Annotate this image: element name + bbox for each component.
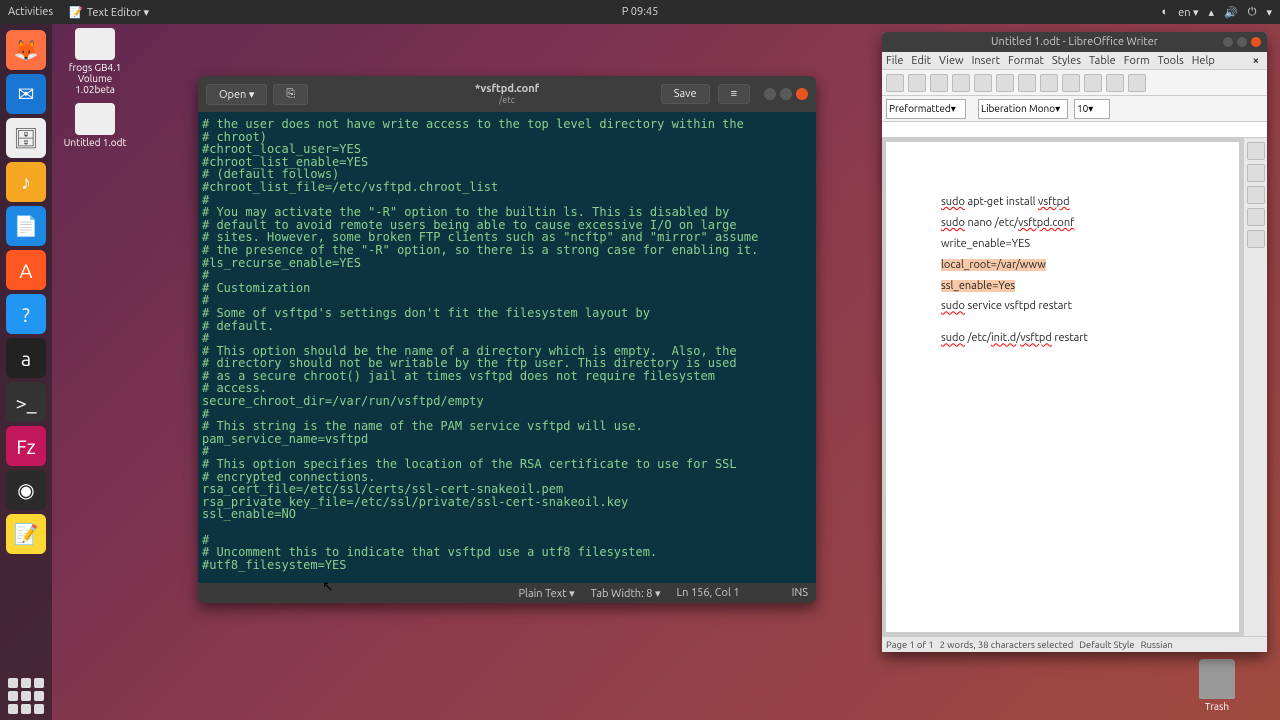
dock-thunderbird[interactable]: ✉ (6, 74, 46, 114)
clock[interactable]: P 09:45 (622, 6, 659, 18)
sidebar-properties-icon[interactable] (1247, 142, 1265, 160)
redo-icon[interactable] (1084, 74, 1102, 92)
dock-gedit[interactable]: 📝 (6, 514, 46, 554)
dock-firefox[interactable]: 🦊 (6, 30, 46, 70)
window-maximize[interactable] (780, 88, 792, 100)
desktop-icon-doc[interactable]: Untitled 1.odt (60, 103, 130, 148)
new-tab-button[interactable]: ⎘ (273, 84, 308, 105)
open-icon[interactable] (908, 74, 926, 92)
dock-filezilla[interactable]: Fz (6, 426, 46, 466)
spellcheck-icon[interactable] (1128, 74, 1146, 92)
dock-obs[interactable]: ◉ (6, 470, 46, 510)
document-close-icon[interactable]: × (1249, 55, 1263, 67)
lo-titlebar[interactable]: Untitled 1.odt - LibreOffice Writer (882, 32, 1267, 52)
dropdown-icon[interactable]: ▾ (1266, 6, 1272, 19)
status-tabwidth[interactable]: Tab Width: 8 ▾ (591, 587, 661, 600)
cut-icon[interactable] (996, 74, 1014, 92)
paragraph-style-select[interactable]: Preformatted ▾ (886, 99, 966, 119)
status-language[interactable]: Russian (1141, 639, 1173, 650)
dock-rhythmbox[interactable]: ♪ (6, 162, 46, 202)
gedit-subtitle: /etc (475, 95, 539, 105)
pdf-icon[interactable] (952, 74, 970, 92)
print-icon[interactable] (974, 74, 992, 92)
menu-insert[interactable]: Insert (972, 55, 1000, 67)
save-icon[interactable] (930, 74, 948, 92)
menu-format[interactable]: Format (1008, 55, 1044, 67)
new-icon[interactable] (886, 74, 904, 92)
lo-standard-toolbar (882, 70, 1267, 96)
menu-file[interactable]: File (886, 55, 903, 67)
desktop-icon-trash[interactable]: Trash (1182, 659, 1252, 712)
status-language[interactable]: Plain Text ▾ (518, 587, 574, 600)
desktop-icon-label: frogs GB4.1 Volume 1.02beta (60, 62, 130, 95)
menu-help[interactable]: Help (1192, 55, 1215, 67)
gedit-text-area[interactable]: # the user does not have write access to… (198, 112, 816, 583)
undo-icon[interactable] (1062, 74, 1080, 92)
desktop-icon-label: Untitled 1.odt (60, 137, 130, 148)
window-minimize[interactable] (1223, 37, 1233, 47)
lo-menubar: File Edit View Insert Format Styles Tabl… (882, 52, 1267, 70)
gedit-headerbar[interactable]: Open ▾ ⎘ *vsftpd.conf /etc Save ≡ (198, 76, 816, 112)
sidebar-page-icon[interactable] (1247, 230, 1265, 248)
sidebar-gallery-icon[interactable] (1247, 186, 1265, 204)
libreoffice-window: Untitled 1.odt - LibreOffice Writer File… (882, 32, 1267, 652)
menu-table[interactable]: Table (1089, 55, 1116, 67)
menu-styles[interactable]: Styles (1052, 55, 1081, 67)
open-button[interactable]: Open ▾ (206, 84, 267, 105)
dock-files[interactable]: 🗄 (6, 118, 46, 158)
status-position: Ln 156, Col 1 (677, 587, 740, 599)
copy-icon[interactable] (1018, 74, 1036, 92)
hamburger-menu[interactable]: ≡ (718, 84, 750, 104)
lo-format-toolbar: Preformatted ▾ Liberation Mono ▾ 10 ▾ (882, 96, 1267, 122)
gedit-window: Open ▾ ⎘ *vsftpd.conf /etc Save ≡ # the … (198, 76, 816, 603)
window-minimize[interactable] (764, 88, 776, 100)
window-maximize[interactable] (1237, 37, 1247, 47)
dock-help[interactable]: ? (6, 294, 46, 334)
menu-edit[interactable]: Edit (911, 55, 931, 67)
top-panel: Activities 📝 Text Editor ▾ P 09:45 ◐ en … (0, 0, 1280, 24)
app-menu[interactable]: 📝 Text Editor ▾ (69, 6, 149, 19)
lo-title-text: Untitled 1.odt - LibreOffice Writer (991, 36, 1158, 48)
paste-icon[interactable] (1040, 74, 1058, 92)
menu-form[interactable]: Form (1124, 55, 1150, 67)
status-icon[interactable]: ◐ (1161, 6, 1168, 18)
app-menu-icon: 📝 (69, 6, 83, 19)
status-page[interactable]: Page 1 of 1 (886, 639, 934, 650)
gedit-statusbar: Plain Text ▾ Tab Width: 8 ▾ Ln 156, Col … (198, 583, 816, 603)
window-close[interactable] (796, 88, 808, 100)
document-page[interactable]: sudo apt-get install vsftpd sudo nano /e… (886, 142, 1239, 632)
dock-writer[interactable]: 📄 (6, 206, 46, 246)
save-button[interactable]: Save (661, 84, 710, 104)
network-icon[interactable]: ▴ (1209, 6, 1215, 19)
menu-tools[interactable]: Tools (1158, 55, 1184, 67)
lo-sidebar (1243, 138, 1267, 636)
status-insert-mode[interactable]: INS (792, 587, 808, 599)
find-icon[interactable] (1106, 74, 1124, 92)
window-close[interactable] (1251, 37, 1261, 47)
desktop-icon-usb[interactable]: frogs GB4.1 Volume 1.02beta (60, 28, 130, 95)
dock-software[interactable]: A (6, 250, 46, 290)
status-style[interactable]: Default Style (1079, 639, 1134, 650)
launcher-dock: 🦊 ✉ 🗄 ♪ 📄 A ? a >_ Fz ◉ 📝 (0, 24, 52, 720)
font-size-select[interactable]: 10 ▾ (1074, 99, 1110, 119)
sidebar-navigator-icon[interactable] (1247, 208, 1265, 226)
dock-terminal[interactable]: >_ (6, 382, 46, 422)
gedit-title: *vsftpd.conf (475, 83, 539, 95)
desktop-icon-label: Trash (1182, 701, 1252, 712)
volume-icon[interactable]: 🔊 (1224, 6, 1238, 19)
lo-statusbar: Page 1 of 1 2 words, 38 characters selec… (882, 636, 1267, 652)
sidebar-styles-icon[interactable] (1247, 164, 1265, 182)
status-wordcount[interactable]: 2 words, 38 characters selected (940, 639, 1074, 650)
app-menu-label: Text Editor ▾ (87, 6, 149, 19)
activities-button[interactable]: Activities (8, 6, 53, 18)
horizontal-ruler[interactable] (882, 122, 1267, 138)
font-name-select[interactable]: Liberation Mono ▾ (978, 99, 1068, 119)
menu-view[interactable]: View (939, 55, 964, 67)
power-icon[interactable]: ⏻ (1248, 6, 1257, 19)
show-applications[interactable] (8, 678, 44, 714)
dock-amazon[interactable]: a (6, 338, 46, 378)
language-indicator[interactable]: en ▾ (1178, 6, 1198, 19)
